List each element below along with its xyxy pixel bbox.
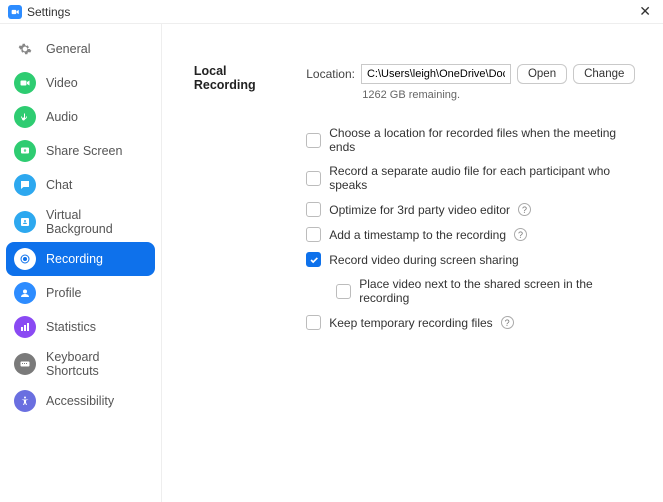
sidebar-item-virtual-background[interactable]: Virtual Background [6,202,155,242]
sidebar-item-label: Share Screen [46,144,122,158]
checkbox[interactable] [306,133,321,148]
checkbox[interactable] [306,171,321,186]
checkbox[interactable] [306,252,321,267]
audio-icon [14,106,36,128]
window-title: Settings [27,5,70,19]
sidebar-item-label: Accessibility [46,394,114,408]
keyboard-icon [14,353,36,375]
sidebar: General Video Audio Share Screen Chat Virtual… [0,24,162,502]
location-label: Location: [306,67,355,81]
titlebar: Settings ✕ [0,0,663,23]
app-icon [8,5,22,19]
profile-icon [14,282,36,304]
checkbox[interactable] [306,227,321,242]
sidebar-item-keyboard-shortcuts[interactable]: Keyboard Shortcuts [6,344,155,384]
sidebar-item-profile[interactable]: Profile [6,276,155,310]
sidebar-item-label: Virtual Background [46,208,147,236]
chat-icon [14,174,36,196]
option-row: Add a timestamp to the recording? [306,222,639,247]
sidebar-item-label: General [46,42,90,56]
sidebar-item-statistics[interactable]: Statistics [6,310,155,344]
record-icon [14,248,36,270]
sidebar-item-audio[interactable]: Audio [6,100,155,134]
sidebar-item-label: Video [46,76,78,90]
option-label: Keep temporary recording files [329,316,492,330]
open-button[interactable]: Open [517,64,567,84]
help-icon[interactable]: ? [501,316,514,329]
help-icon[interactable]: ? [518,203,531,216]
sidebar-item-label: Audio [46,110,78,124]
option-label: Choose a location for recorded files whe… [329,126,639,154]
sidebar-item-share-screen[interactable]: Share Screen [6,134,155,168]
main-panel: Local Recording Location: Open Change 12… [162,24,663,502]
option-row: Choose a location for recorded files whe… [306,121,639,159]
share-icon [14,140,36,162]
option-row: Place video next to the shared screen in… [336,272,639,310]
location-input[interactable] [361,64,511,84]
checkbox[interactable] [306,315,321,330]
sidebar-item-label: Profile [46,286,81,300]
gear-icon [14,38,36,60]
sidebar-item-chat[interactable]: Chat [6,168,155,202]
accessibility-icon [14,390,36,412]
sidebar-item-general[interactable]: General [6,32,155,66]
video-icon [14,72,36,94]
option-row: Keep temporary recording files? [306,310,639,335]
option-row: Record video during screen sharing [306,247,639,272]
option-label: Add a timestamp to the recording [329,228,506,242]
sidebar-item-accessibility[interactable]: Accessibility [6,384,155,418]
checkbox[interactable] [336,284,351,299]
remaining-text: 1262 GB remaining. [362,89,639,101]
stats-icon [14,316,36,338]
option-label: Record a separate audio file for each pa… [329,164,639,192]
option-label: Record video during screen sharing [329,253,518,267]
option-row: Record a separate audio file for each pa… [306,159,639,197]
sidebar-item-recording[interactable]: Recording [6,242,155,276]
vbg-icon [14,211,36,233]
sidebar-item-label: Keyboard Shortcuts [46,350,147,378]
sidebar-item-video[interactable]: Video [6,66,155,100]
section-title: Local Recording [194,64,290,92]
sidebar-item-label: Recording [46,252,103,266]
option-row: Optimize for 3rd party video editor? [306,197,639,222]
sidebar-item-label: Chat [46,178,72,192]
help-icon[interactable]: ? [514,228,527,241]
option-label: Place video next to the shared screen in… [359,277,639,305]
change-button[interactable]: Change [573,64,635,84]
option-label: Optimize for 3rd party video editor [329,203,510,217]
sidebar-item-label: Statistics [46,320,96,334]
checkbox[interactable] [306,202,321,217]
close-icon[interactable]: ✕ [635,3,655,20]
